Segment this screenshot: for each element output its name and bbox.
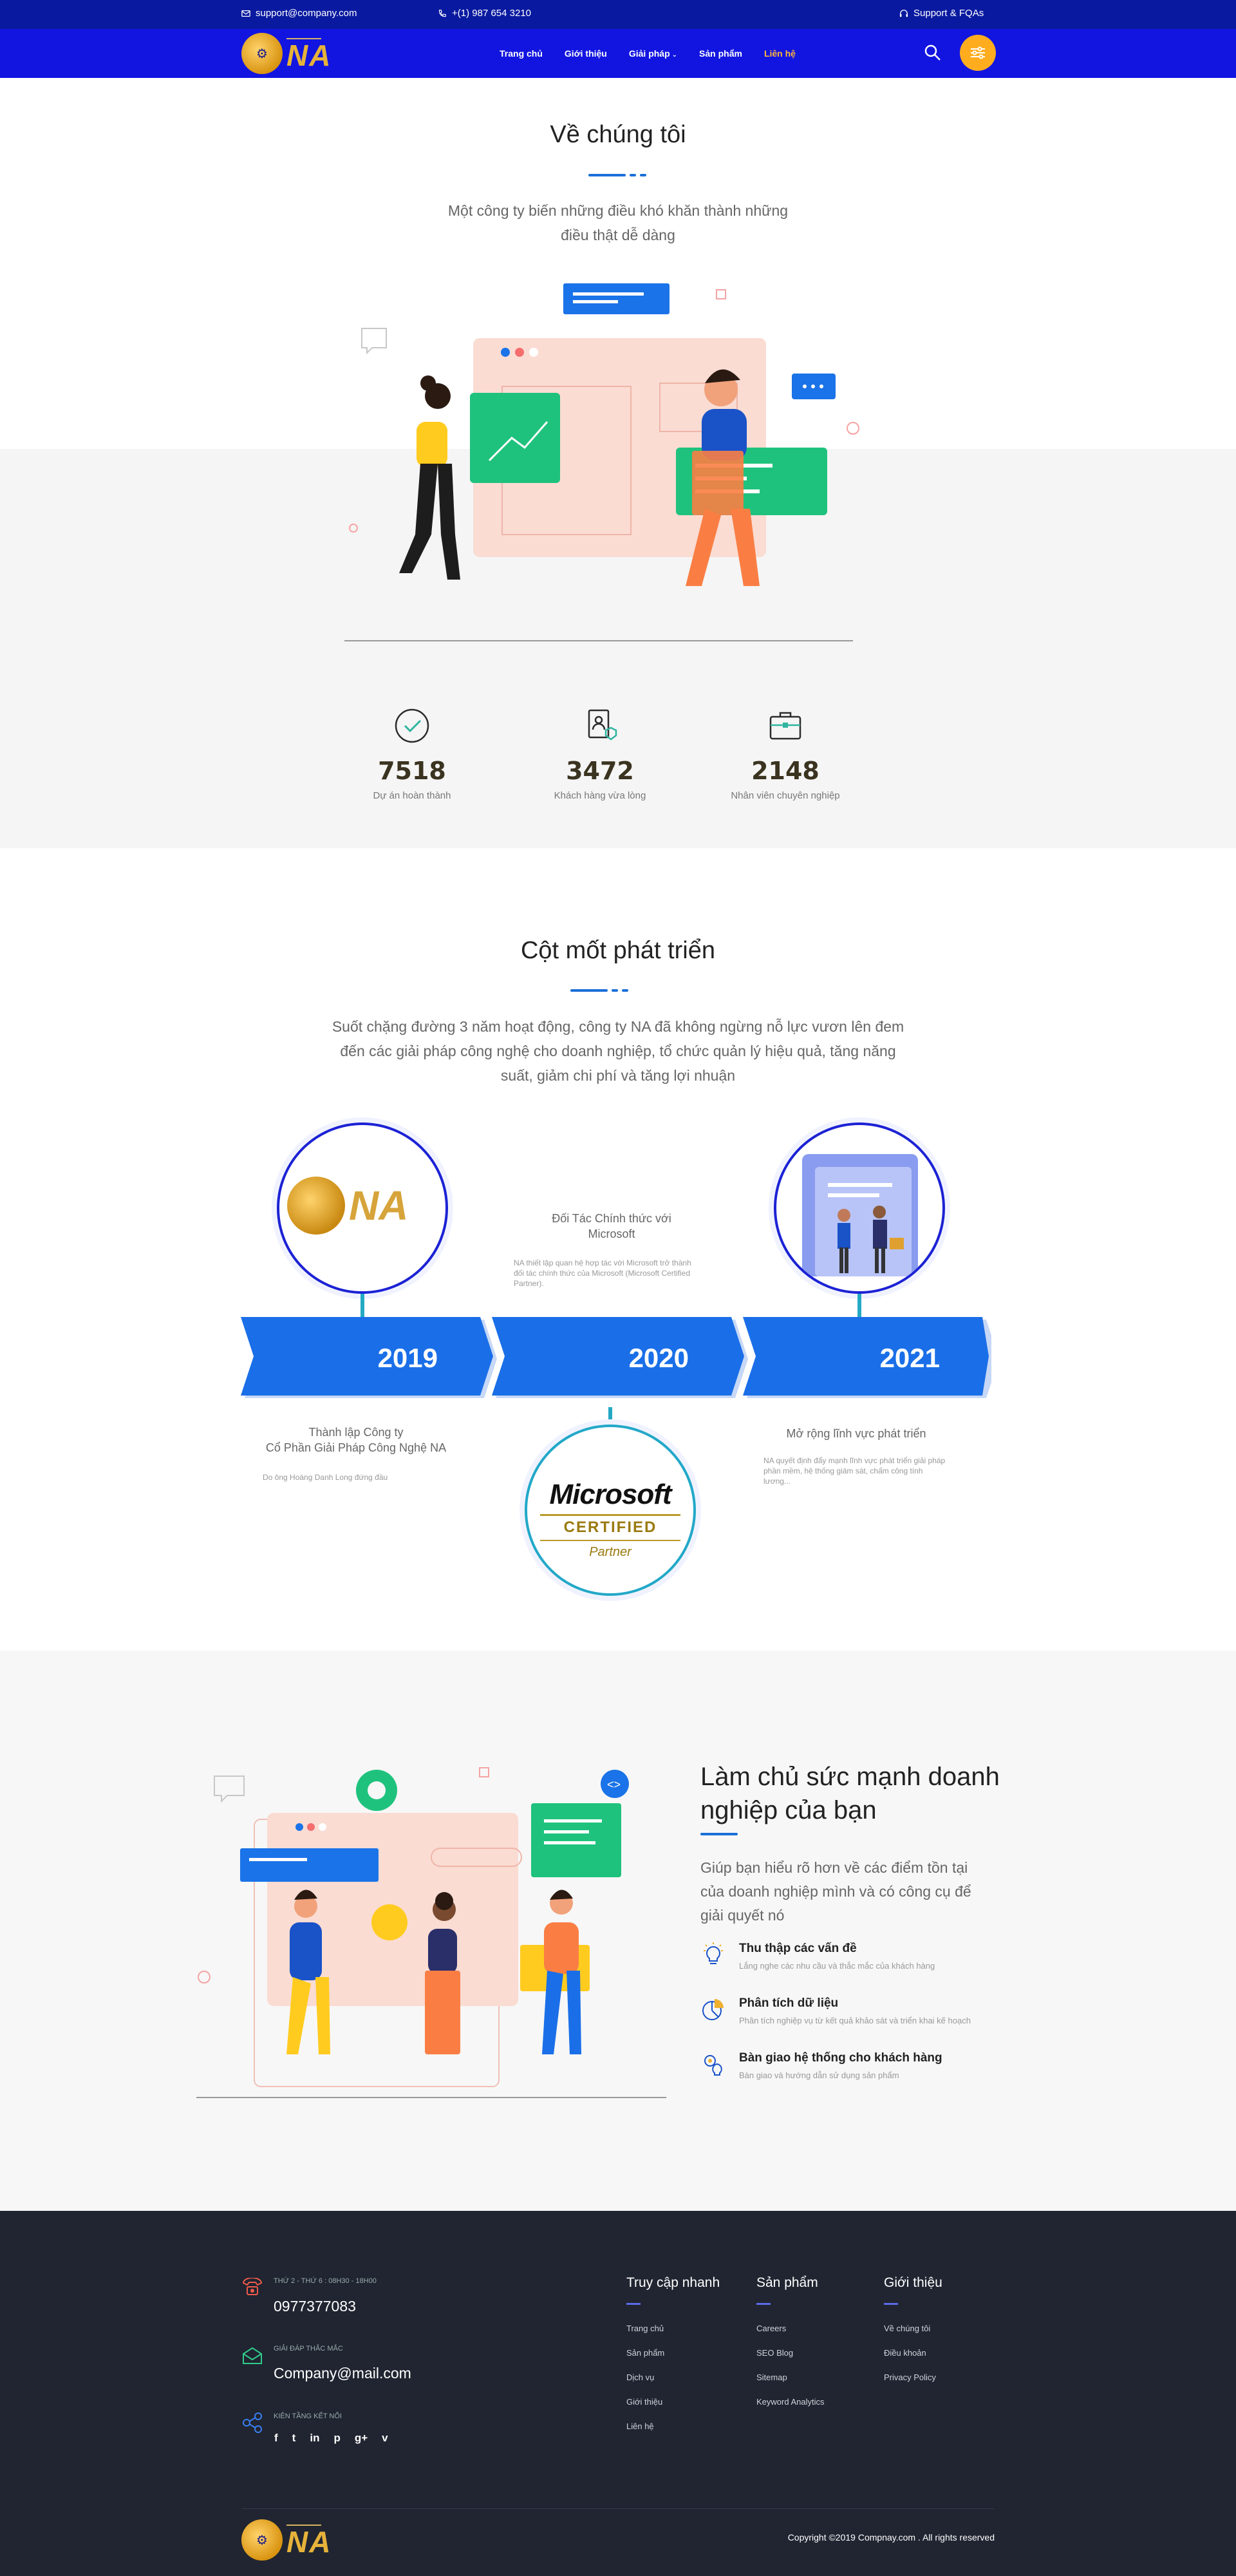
footer-link[interactable]: Dịch vụ [626,2372,654,2382]
nav-menu: Trang chủ Giới thiệu Giải pháp ⌄ Sản phẩm… [500,48,818,59]
copyright: Copyright ©2019 Compnay.com . All rights… [787,2532,995,2543]
phone-icon [438,9,446,17]
nav-item-contact[interactable]: Liên hệ [764,48,796,59]
about-lead: Một công ty biến những điều khó khăn thà… [447,202,789,243]
chevron-down-icon: ⌄ [671,52,678,59]
phone-icon [242,2278,263,2295]
power-title: Làm chủ sức mạnh doanh nghiệp của bạn [700,1763,1000,1824]
team-illustration: <> [196,1767,666,2098]
stat-value: 3472 [566,757,634,785]
stat-clients: 3472 Khách hàng vừa lòng [529,707,671,801]
milestone-2020-desc: NA thiết lập quan hệ hợp tác với Microso… [514,1258,691,1288]
stat-staff: 2148 Nhân viên chuyên nghiệp [715,707,856,801]
footer-link[interactable]: Điều khoản [884,2348,926,2358]
logo-emblem: ⚙ [241,33,283,74]
stat-value: 7518 [378,757,446,785]
milestone-2019-title: Thành lập Công ty Cổ Phần Giải Pháp Công … [265,1426,447,1454]
timeline-lead: Suốt chặng đường 3 năm hoạt động, công t… [332,1018,904,1084]
footer-link[interactable]: Careers [756,2324,786,2333]
footer-logo[interactable]: ⚙ ▬▬▬▬▬▬▬▬▬ NA [241,2519,332,2561]
footer-link[interactable]: Sản phẩm [626,2348,664,2358]
social-links: f t in p g+ v [274,2432,388,2445]
year-2020-arrow: 2020 [628,1343,689,1373]
footer-link[interactable]: SEO Blog [756,2348,793,2358]
footer-link[interactable]: Sitemap [756,2372,787,2382]
milestone-2021-desc: NA quyết định đẩy mạnh lĩnh vực phát tri… [763,1456,946,1486]
headset-icon [899,9,908,17]
year-2021-arrow: 2021 [879,1343,940,1373]
footer-link[interactable]: Privacy Policy [884,2372,936,2382]
hours-label: THỨ 2 - THỨ 6 : 08H30 - 18H00 [274,2277,377,2285]
mail-icon [243,2347,262,2364]
title-underline [700,1833,738,1835]
footer-link[interactable]: Liên hệ [626,2421,654,2431]
footer-link[interactable]: Keyword Analytics [756,2397,825,2407]
power-lead: Giúp bạn hiểu rõ hơn về các điểm tồn tại… [700,1859,971,1924]
search-icon[interactable] [924,44,942,62]
footer-divider [241,2508,995,2509]
milestone-2021-title: Mở rộng lĩnh vực phát triển [786,1427,926,1440]
timeline-title: Cột mốt phát triển [520,937,716,964]
nav-item-home[interactable]: Trang chủ [500,48,543,59]
about-illustration [344,283,859,641]
mail-label: GIẢI ĐÁP THẮC MẮC [274,2345,343,2353]
ms-partner-badge: Microsoft CERTIFIED Partner [525,1425,696,1596]
vimeo-icon[interactable]: v [382,2432,388,2445]
footer-link[interactable]: Về chúng tôi [884,2324,930,2333]
milestone-2019-image: NA [277,1122,448,1294]
title-underline [588,174,648,176]
linkedin-icon[interactable]: in [310,2432,319,2445]
handshake-illustration [802,1154,918,1276]
gear-bulb-icon [704,2055,722,2076]
about-title: Về chúng tôi [550,121,686,148]
social-label: KIÊN TẦNG KẾT NỐI [274,2412,342,2420]
top-phone[interactable]: +(1) 987 654 3210 [438,8,531,19]
year-2019-arrow: 2019 [377,1343,438,1373]
svg-text:<>: <> [607,1778,621,1791]
nav-item-products[interactable]: Sản phẩm [699,48,742,59]
stat-label: Nhân viên chuyên nghiệp [731,790,840,801]
lightbulb-icon [704,1942,723,1964]
milestone-2020-title: Đối Tác Chính thức với Microsoft [552,1212,671,1240]
logo: NA [287,1177,408,1235]
milestone-2019-desc: Do ông Hoàng Danh Long đứng đầu [263,1473,388,1482]
title-underline [570,989,630,992]
milestone-2021-image [774,1122,945,1294]
mail-icon [241,10,250,17]
menu-toggle-button[interactable] [960,35,996,71]
stat-label: Dự án hoàn thành [373,790,451,801]
check-circle-icon [395,708,429,743]
logo[interactable]: ⚙ ▬▬▬▬▬▬▬▬▬ NA [241,33,332,74]
top-email[interactable]: support@company.com [241,8,357,19]
footer-phone[interactable]: 0977377083 [274,2298,356,2315]
stat-label: Khách hàng vừa lòng [554,790,646,801]
nav-item-solutions[interactable]: Giải pháp ⌄ [629,48,677,59]
top-bar: support@company.com +(1) 987 654 3210 Su… [0,0,1236,29]
facebook-icon[interactable]: f [274,2432,278,2445]
footer-link[interactable]: Giới thiệu [626,2397,662,2407]
nav-item-about[interactable]: Giới thiệu [565,48,607,59]
footer-link[interactable]: Trang chủ [626,2324,664,2333]
pinterest-icon[interactable]: p [333,2432,340,2445]
briefcase-icon [769,712,801,740]
share-icon [243,2412,262,2433]
top-support[interactable]: Support & FQAs [899,8,984,19]
google-plus-icon[interactable]: g+ [355,2432,368,2445]
twitter-icon[interactable]: t [292,2432,296,2445]
stat-value: 2148 [751,757,819,785]
main-nav: ⚙ ▬▬▬▬▬▬▬▬▬ NA Trang chủ Giới thiệu Giải … [0,29,1236,78]
stat-projects: 7518 Dự án hoàn thành [341,707,483,801]
footer-mail[interactable]: Company@mail.com [274,2365,411,2382]
user-badge-icon [588,709,617,741]
pie-chart-icon [702,1999,724,2020]
logo-emblem: ⚙ [241,2519,283,2561]
sliders-icon [971,46,985,59]
footer [0,2211,1236,2576]
